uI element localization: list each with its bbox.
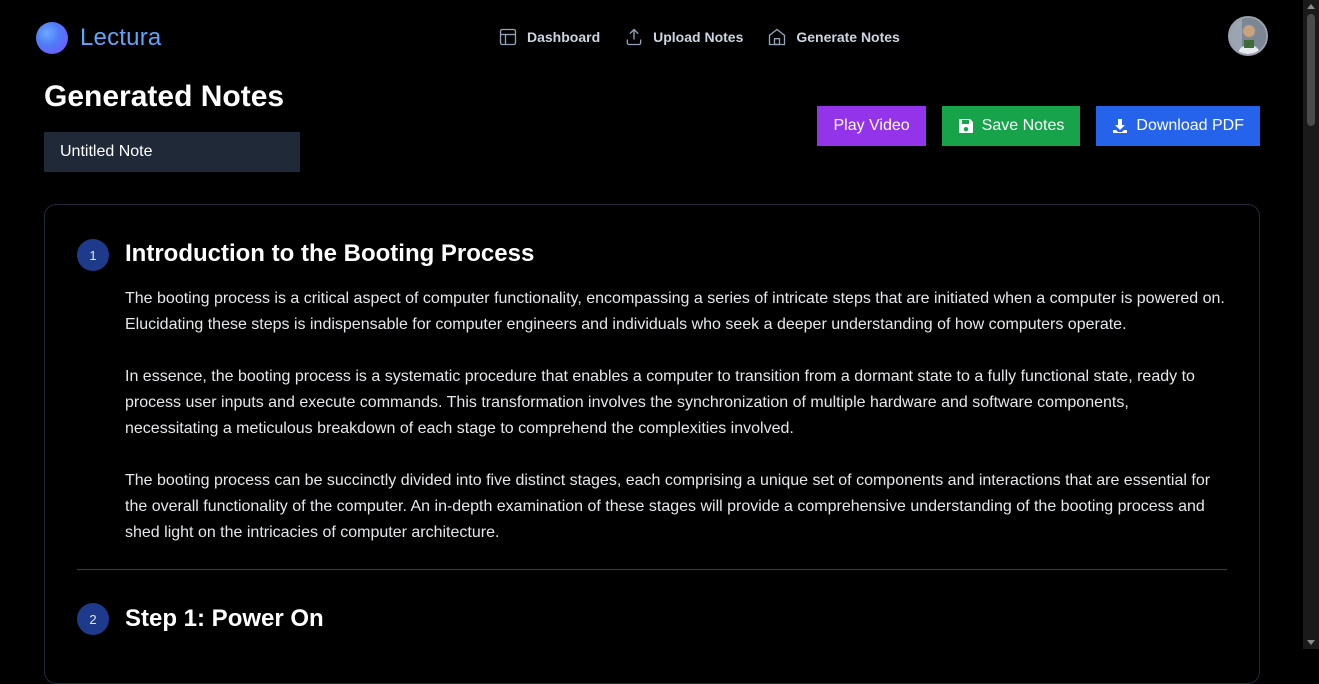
note-title-input[interactable]: [44, 132, 300, 172]
notes-card: 1 Introduction to the Booting Process Th…: [44, 204, 1260, 684]
top-navbar: Lectura Dashboard Upload Notes Generate …: [0, 0, 1303, 78]
brand-logo-icon: [36, 22, 68, 54]
section-number-badge: 1: [77, 239, 109, 271]
nav-item-label: Dashboard: [527, 29, 601, 45]
nav-item-upload-notes[interactable]: Upload Notes: [624, 27, 743, 47]
save-notes-label: Save Notes: [981, 117, 1065, 134]
action-bar: Play Video Save Notes Download PDF: [817, 106, 1260, 146]
download-pdf-label: Download PDF: [1136, 117, 1244, 134]
section-title: Step 1: Power On: [125, 605, 324, 632]
nav-item-generate-notes[interactable]: Generate Notes: [767, 27, 900, 47]
user-avatar[interactable]: [1228, 16, 1268, 56]
brand-name: Lectura: [80, 24, 162, 51]
section-title: Introduction to the Booting Process: [125, 240, 535, 267]
home-icon: [769, 28, 786, 46]
scroll-thumb[interactable]: [1307, 14, 1315, 126]
save-notes-button[interactable]: Save Notes: [941, 106, 1081, 146]
nav-item-dashboard[interactable]: Dashboard: [498, 27, 600, 47]
section-divider: [77, 569, 1227, 570]
download-pdf-button[interactable]: Download PDF: [1096, 106, 1260, 146]
play-video-button[interactable]: Play Video: [817, 106, 926, 146]
layout-icon: [499, 28, 517, 46]
brand[interactable]: Lectura: [36, 22, 161, 54]
scroll-down-icon[interactable]: [1307, 640, 1315, 645]
download-icon: [1113, 119, 1128, 133]
scroll-up-icon[interactable]: [1307, 4, 1315, 9]
save-icon: [958, 119, 973, 133]
nav-item-label: Generate Notes: [796, 29, 900, 45]
section-paragraph: In essence, the booting process is a sys…: [125, 368, 1195, 437]
upload-icon: [626, 28, 642, 46]
main-nav: Dashboard Upload Notes Generate Notes: [498, 27, 900, 47]
page-scrollbar[interactable]: [1303, 0, 1319, 649]
play-video-label: Play Video: [833, 117, 910, 134]
section-paragraph: The booting process is a critical aspect…: [125, 290, 1225, 333]
user-photo-icon: [1230, 18, 1266, 54]
nav-item-label: Upload Notes: [653, 29, 744, 45]
section-paragraph: The booting process can be succinctly di…: [125, 472, 1211, 541]
page-title: Generated Notes: [44, 80, 285, 113]
section-number-badge: 2: [77, 603, 109, 635]
